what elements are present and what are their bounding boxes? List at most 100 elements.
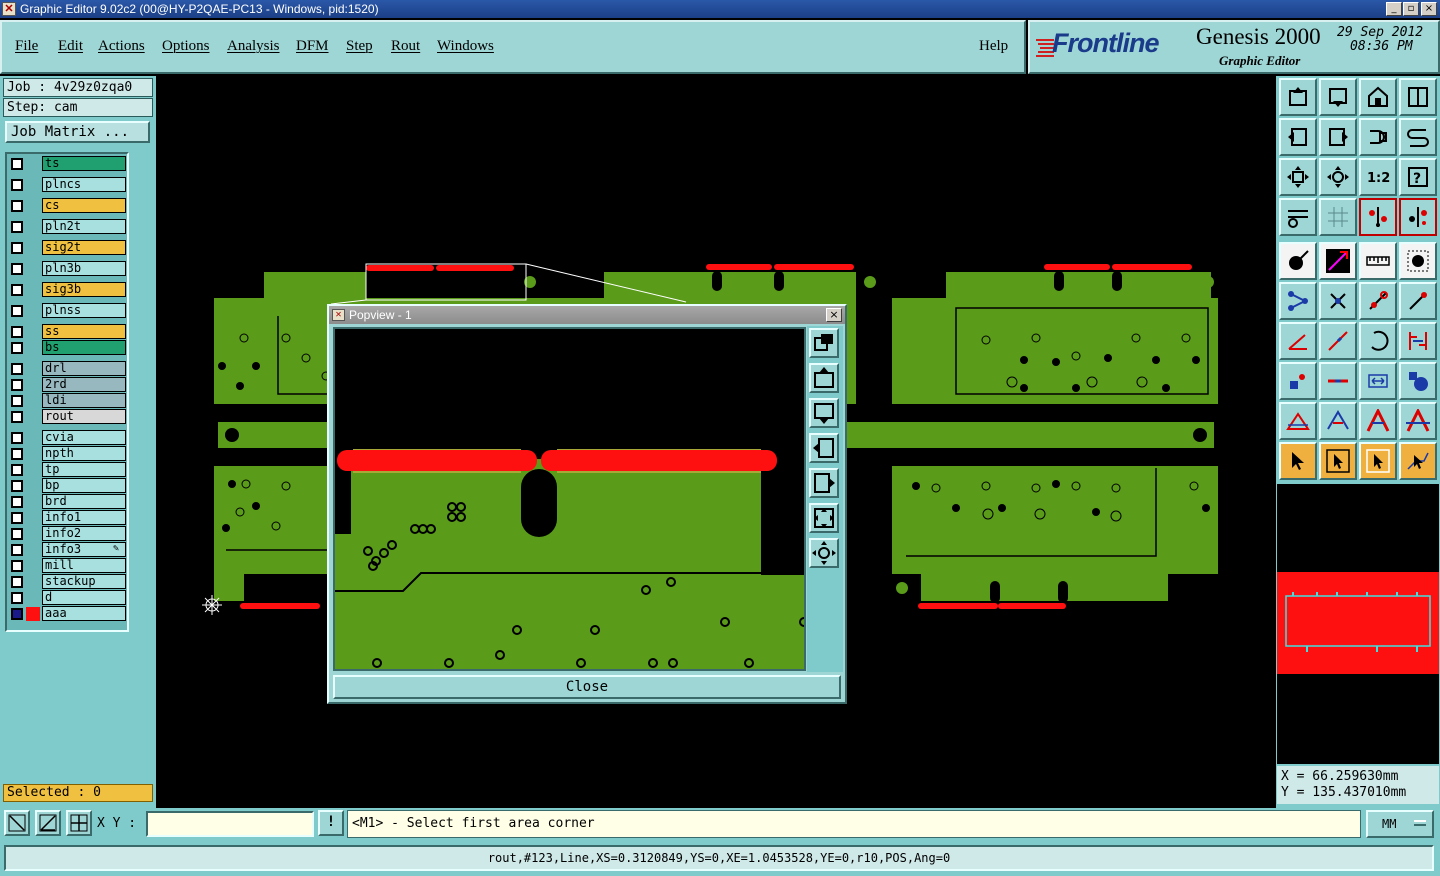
- popview-zoom-fit-icon[interactable]: [809, 503, 839, 533]
- zoom-home-icon[interactable]: [1279, 78, 1317, 116]
- popview-pan-right-icon[interactable]: [809, 468, 839, 498]
- layer-name[interactable]: brd: [42, 494, 126, 509]
- menu-help[interactable]: Help: [979, 38, 1008, 55]
- horizontal-line-icon[interactable]: [1319, 362, 1357, 400]
- layer-row[interactable]: ldi: [8, 393, 126, 409]
- layer-row[interactable]: stackup: [8, 574, 126, 590]
- layer-name[interactable]: npth: [42, 446, 126, 461]
- layer-row[interactable]: plncs: [8, 177, 126, 193]
- triangle-icon[interactable]: [1319, 402, 1357, 440]
- ruler-icon[interactable]: [1359, 242, 1397, 280]
- stretch-point-icon[interactable]: [1399, 282, 1437, 320]
- layer-checkbox[interactable]: [11, 496, 23, 508]
- layer-checkbox[interactable]: [11, 395, 23, 407]
- pad-add-icon[interactable]: [1279, 242, 1317, 280]
- menu-analysis[interactable]: Analysis: [227, 38, 280, 55]
- layer-name[interactable]: bs: [42, 340, 126, 355]
- layer-row[interactable]: d: [8, 590, 126, 606]
- layer-row[interactable]: npth: [8, 446, 126, 462]
- layer-checkbox[interactable]: [11, 576, 23, 588]
- layer-name[interactable]: rout: [42, 409, 126, 424]
- layer-checkbox[interactable]: [11, 379, 23, 391]
- layer-row[interactable]: cs: [8, 198, 126, 214]
- layer-checkbox[interactable]: [11, 263, 23, 275]
- layer-checkbox[interactable]: [11, 560, 23, 572]
- grid-snap-icon[interactable]: [66, 810, 92, 836]
- layer-name[interactable]: pln2t: [42, 219, 126, 234]
- net-highlight-icon[interactable]: [1399, 198, 1437, 236]
- window-split-icon[interactable]: [1399, 78, 1437, 116]
- layer-row[interactable]: mill: [8, 558, 126, 574]
- align-edges-icon[interactable]: [1399, 322, 1437, 360]
- layer-name[interactable]: info1: [42, 510, 126, 525]
- popview-pan-up-icon[interactable]: [809, 363, 839, 393]
- fit-center-icon[interactable]: [1319, 158, 1357, 196]
- menu-actions[interactable]: Actions: [98, 38, 145, 55]
- layer-checkbox[interactable]: [11, 363, 23, 375]
- settings-tools-icon[interactable]: [1279, 198, 1317, 236]
- arch-split-icon[interactable]: [1399, 402, 1437, 440]
- menu-rout[interactable]: Rout: [391, 38, 420, 55]
- help-query-icon[interactable]: ?: [1399, 158, 1437, 196]
- layer-row[interactable]: tp: [8, 462, 126, 478]
- layer-row[interactable]: sig2t: [8, 240, 126, 256]
- popview-close-x-button[interactable]: ×: [826, 308, 842, 322]
- popview-canvas[interactable]: [333, 327, 809, 671]
- pointer-icon[interactable]: [1279, 442, 1317, 480]
- layer-name[interactable]: sig3b: [42, 282, 126, 297]
- layer-row[interactable]: ss: [8, 324, 126, 340]
- layer-checkbox[interactable]: [11, 592, 23, 604]
- menu-options[interactable]: Options: [162, 38, 210, 55]
- layer-name[interactable]: info2: [42, 526, 126, 541]
- job-matrix-button[interactable]: Job Matrix ...: [5, 121, 150, 143]
- cross-delete-icon[interactable]: [1319, 282, 1357, 320]
- triangle-angle-icon[interactable]: [1279, 402, 1317, 440]
- popview-zoom-center-icon[interactable]: [809, 538, 839, 568]
- layer-checkbox[interactable]: [11, 326, 23, 338]
- layer-name[interactable]: ts: [42, 156, 126, 171]
- layer-row[interactable]: 2rd: [8, 377, 126, 393]
- zoom-in-down-icon[interactable]: [1319, 78, 1357, 116]
- info-icon[interactable]: !: [318, 810, 344, 836]
- net-select-icon[interactable]: [1359, 198, 1397, 236]
- home-icon[interactable]: [1359, 78, 1397, 116]
- layer-checkbox[interactable]: [11, 432, 23, 444]
- layer-checkbox[interactable]: [11, 512, 23, 524]
- layer-name[interactable]: stackup: [42, 574, 126, 589]
- select-outline-pointer-icon[interactable]: [1359, 442, 1397, 480]
- pan-left-icon[interactable]: [1279, 118, 1317, 156]
- layer-checkbox[interactable]: [11, 464, 23, 476]
- layer-checkbox[interactable]: [11, 342, 23, 354]
- layer-row[interactable]: rout: [8, 409, 126, 425]
- arch-icon[interactable]: [1359, 402, 1397, 440]
- layer-checkbox[interactable]: [11, 411, 23, 423]
- layer-checkbox[interactable]: [11, 284, 23, 296]
- overview-map[interactable]: [1277, 484, 1439, 764]
- layer-checkbox[interactable]: [11, 528, 23, 540]
- layer-checkbox[interactable]: [11, 200, 23, 212]
- layer-checkbox[interactable]: [11, 242, 23, 254]
- layer-name[interactable]: pln3b: [42, 261, 126, 276]
- close-button[interactable]: ×: [1421, 2, 1437, 16]
- layer-row[interactable]: sig3b: [8, 282, 126, 298]
- layer-row[interactable]: brd: [8, 494, 126, 510]
- layer-row[interactable]: info2: [8, 526, 126, 542]
- layer-row[interactable]: drl: [8, 361, 126, 377]
- layer-checkbox[interactable]: [11, 179, 23, 191]
- copy-shapes-icon[interactable]: [1399, 362, 1437, 400]
- layer-checkbox[interactable]: [11, 544, 23, 556]
- layer-checkbox[interactable]: [11, 608, 23, 620]
- layer-row[interactable]: bp: [8, 478, 126, 494]
- snap-mode-icon[interactable]: [4, 810, 30, 836]
- circle-select-icon[interactable]: [1399, 242, 1437, 280]
- layer-row[interactable]: pln3b: [8, 261, 126, 277]
- layer-checkbox[interactable]: [11, 448, 23, 460]
- layer-row[interactable]: info3 ✎: [8, 542, 126, 558]
- layer-name[interactable]: drl: [42, 361, 126, 376]
- maximize-button[interactable]: ▫: [1403, 2, 1419, 16]
- angle-mode-icon[interactable]: [35, 810, 61, 836]
- menu-file[interactable]: File: [15, 38, 38, 55]
- redraw-icon[interactable]: [1399, 118, 1437, 156]
- popview-pan-down-icon[interactable]: [809, 398, 839, 428]
- layer-name[interactable]: cs: [42, 198, 126, 213]
